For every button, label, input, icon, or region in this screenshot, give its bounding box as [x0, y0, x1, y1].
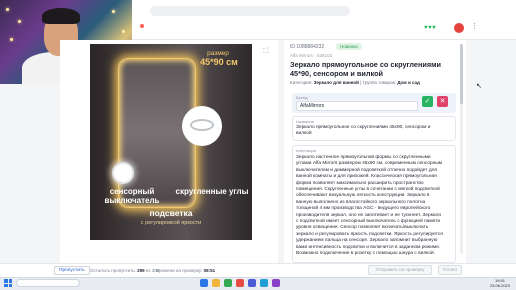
brand-field-label: Бренд — [296, 95, 308, 100]
windows-logo-tile — [4, 279, 8, 283]
name-field-label: Название — [296, 119, 314, 124]
group-value[interactable]: Дом и сад — [397, 80, 419, 85]
product-image[interactable]: размер 45*90 см сенсорный выключатель ск… — [90, 44, 252, 240]
screen: ♥♥♥ ⋮ размер 45*90 см сенсорный выключат… — [0, 0, 516, 290]
windows-logo-tile — [4, 283, 8, 287]
taskbar-app-icon[interactable] — [212, 279, 220, 287]
taskbar-app-icon[interactable] — [260, 279, 268, 287]
send-for-review-button[interactable]: Отправить на проверку — [368, 265, 432, 275]
plug-icon — [190, 119, 214, 131]
taskbar-app-icon[interactable] — [200, 279, 208, 287]
mouse-cursor-icon: ↖ — [476, 83, 482, 90]
skip-button[interactable]: Пропустить — [54, 266, 90, 275]
feature-light-sub: с регулировкой яркости — [140, 220, 202, 226]
taskbar-clock[interactable]: 19:51 23.06.2023 — [486, 278, 514, 288]
taskbar-search[interactable] — [16, 279, 80, 287]
taskbar-app-icon[interactable] — [248, 279, 256, 287]
window-dot — [140, 24, 144, 28]
expand-icon[interactable]: ⛶ — [262, 48, 270, 56]
light-decor — [122, 30, 125, 33]
confirm-button[interactable]: ✓ — [422, 96, 433, 107]
light-decor — [112, 10, 115, 13]
brand-input[interactable]: AlfaMirrors — [296, 101, 418, 111]
timer: Времени на проверку: 08:51 — [156, 268, 215, 273]
clock-date: 23.06.2023 — [489, 283, 511, 288]
taskbar-app-icon[interactable] — [224, 279, 232, 287]
product-id: ID 1088884232 — [290, 44, 325, 50]
feature-sensor: сенсорный выключатель — [104, 187, 160, 205]
category-line: Категория: Зеркало для ванной | Группа т… — [290, 80, 420, 85]
remaining-value: 299 — [137, 268, 145, 273]
feature-corners: скругленные углы — [175, 187, 249, 196]
name-field-value: Зеркало прямоугольное со скруглениями 45… — [296, 125, 431, 136]
status-badge: Новинка — [336, 43, 362, 50]
windows-logo-tile — [8, 279, 12, 283]
windows-logo-tile — [8, 283, 12, 287]
group-label: Группа товаров: — [362, 80, 397, 85]
brand-line: Alfa Mirrors · 536103 — [290, 53, 333, 58]
size-label: размер — [207, 50, 229, 57]
category-label: Категория: — [290, 80, 313, 85]
light-decor — [18, 20, 21, 23]
sensor-icon — [112, 162, 134, 184]
annotation-field-label: Аннотация — [296, 148, 316, 153]
favorites-icon[interactable]: ♥♥♥ — [424, 25, 436, 31]
timer-label: Времени на проверку: — [156, 268, 203, 273]
feature-light: подсветка — [149, 208, 193, 218]
address-bar[interactable] — [150, 6, 350, 16]
taskbar-app-icon[interactable] — [236, 279, 244, 287]
category-value[interactable]: Зеркало для ванной — [314, 80, 359, 85]
profile-icon[interactable] — [454, 23, 464, 33]
timer-value: 08:51 — [203, 268, 216, 273]
light-decor — [6, 8, 9, 11]
taskbar-app-icon[interactable] — [272, 279, 280, 287]
remaining-label: Осталось пропустить: — [90, 268, 136, 273]
light-decor — [10, 38, 13, 41]
scrollbar-thumb[interactable] — [460, 44, 463, 104]
menu-icon[interactable]: ⋮ — [470, 22, 479, 31]
done-button[interactable]: Готово — [438, 265, 462, 275]
windows-start-icon[interactable] — [4, 279, 12, 287]
product-title: Зеркало прямоугольное со скруглениями 45… — [290, 60, 442, 78]
reject-button[interactable]: ✕ — [437, 96, 448, 107]
size-value: 45*90 см — [200, 57, 238, 67]
annotation-field-value: Зеркало настенное прямоугольной формы со… — [296, 155, 443, 257]
remaining-counter: Осталось пропустить: 299 из 300 — [90, 268, 159, 273]
person-hair — [42, 8, 80, 24]
